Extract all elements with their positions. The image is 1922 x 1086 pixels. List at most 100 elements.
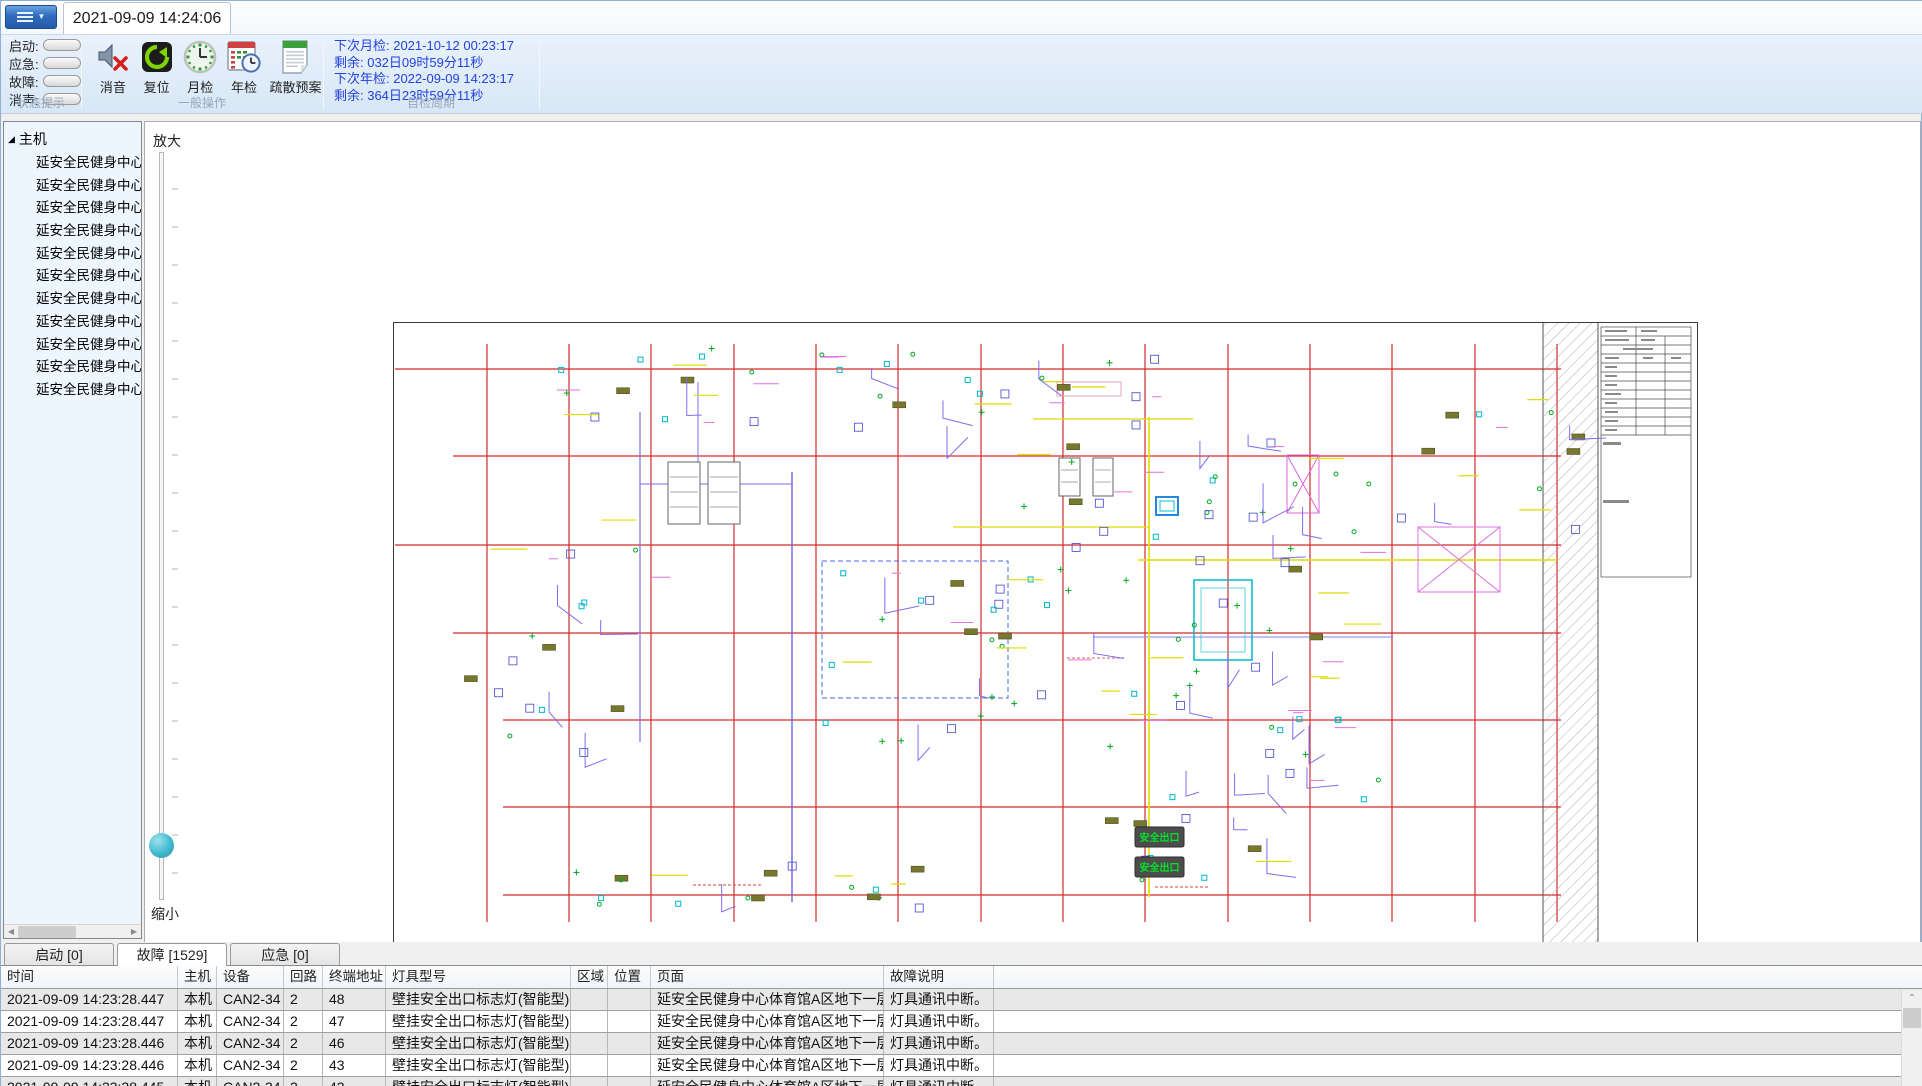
cell-terminal-address: 43 <box>323 1055 386 1076</box>
cell-device: CAN2-34 <box>217 1033 284 1054</box>
column-header-loop[interactable]: 回路 <box>284 966 323 988</box>
cad-hatch-wall <box>1543 323 1598 945</box>
table-vertical-scrollbar[interactable]: ⌃ ⌄ <box>1901 990 1922 1086</box>
sidebar-item-host-child[interactable]: 延安全民健身中心体育馆 <box>4 265 142 288</box>
host-tree-sidebar: ◢ 主机 延安全民健身中心体育馆延安全民健身中心体育馆延安全民健身中心体育馆延安… <box>3 121 142 939</box>
scroll-up-icon[interactable]: ⌃ <box>1902 990 1922 1007</box>
column-header-lamp-model[interactable]: 灯具型号 <box>386 966 571 988</box>
cell-area <box>571 1055 608 1076</box>
cell-lamp-model: 壁挂安全出口标志灯(智能型) <box>386 1011 571 1032</box>
sidebar-scrollbar-thumb[interactable] <box>18 926 76 938</box>
status-label: 启动: <box>9 36 43 55</box>
cell-lamp-model: 壁挂安全出口标志灯(智能型) <box>386 1033 571 1054</box>
sidebar-item-host-child[interactable]: 延安全民健身中心体育馆 <box>4 220 142 243</box>
floor-plan-drawing[interactable]: 安全出口 安全出口 <box>393 322 1698 946</box>
table-row[interactable]: 2021-09-09 14:23:28.447 本机 CAN2-34 2 48 … <box>1 989 1922 1011</box>
table-row[interactable]: 2021-09-09 14:23:28.445 本机 CAN2-34 2 42 … <box>1 1077 1922 1086</box>
status-indicator-pill <box>43 75 81 87</box>
cell-position <box>608 1033 651 1054</box>
status-indicator-pill <box>43 57 81 69</box>
cell-position <box>608 1077 651 1086</box>
status-group-label: 状态提示 <box>1 94 81 111</box>
bottom-tab[interactable]: 应急 [0] <box>230 943 340 965</box>
table-row[interactable]: 2021-09-09 14:23:28.446 本机 CAN2-34 2 43 … <box>1 1055 1922 1077</box>
sidebar-item-host-child[interactable]: 延安全民健身中心体育馆 <box>4 175 142 198</box>
next-monthly-check-text: 下次月检: 2021-10-12 00:23:17 <box>334 38 539 55</box>
column-header-position[interactable]: 位置 <box>608 966 651 988</box>
table-scrollbar-thumb[interactable] <box>1903 1008 1921 1028</box>
column-header-area[interactable]: 区域 <box>571 966 608 988</box>
cell-fault-description: 灯具通讯中断。 <box>884 989 994 1010</box>
cell-filler <box>994 1011 1922 1032</box>
cell-lamp-model: 壁挂安全出口标志灯(智能型) <box>386 1055 571 1076</box>
zoom-in-label: 放大 <box>153 131 181 151</box>
annual-check-button[interactable]: 年检 <box>225 39 263 96</box>
column-header-time[interactable]: 时间 <box>1 966 178 988</box>
cell-fault-description: 灯具通讯中断。 <box>884 1055 994 1076</box>
cell-area <box>571 1077 608 1086</box>
svg-text:安全出口: 安全出口 <box>1140 831 1180 844</box>
cell-loop: 2 <box>284 1077 323 1086</box>
cell-fault-description: 灯具通讯中断。 <box>884 1011 994 1032</box>
time-tab[interactable]: 2021-09-09 14:24:06 <box>63 2 231 34</box>
cell-terminal-address: 46 <box>323 1033 386 1054</box>
sidebar-item-host-child[interactable]: 延安全民健身中心体育馆 <box>4 334 142 357</box>
monthly-check-icon <box>182 39 218 75</box>
monthly-check-button[interactable]: 月检 <box>181 39 219 96</box>
sidebar-item-host-child[interactable]: 延安全民健身中心体育馆 <box>4 152 142 175</box>
column-header-page[interactable]: 页面 <box>651 966 884 988</box>
titlebar-row: ▼ 2021-09-09 14:24:06 <box>1 1 1922 34</box>
actions-group: 消音 复位 <box>82 35 322 113</box>
cell-page: 延安全民健身中心体育馆A区地下一层 <box>651 1011 884 1032</box>
cell-page: 延安全民健身中心体育馆A区地下一层 <box>651 1077 884 1086</box>
cell-page: 延安全民健身中心体育馆A区地下一层 <box>651 1033 884 1054</box>
table-row[interactable]: 2021-09-09 14:23:28.447 本机 CAN2-34 2 47 … <box>1 1011 1922 1033</box>
scroll-left-icon[interactable]: ◀ <box>4 925 18 939</box>
cell-page: 延安全民健身中心体育馆A区地下一层 <box>651 1055 884 1076</box>
annual-check-icon <box>226 39 262 75</box>
cell-time: 2021-09-09 14:23:28.446 <box>1 1033 178 1054</box>
cell-time: 2021-09-09 14:23:28.447 <box>1 989 178 1010</box>
bottom-tab[interactable]: 启动 [0] <box>4 943 114 965</box>
sidebar-item-host-child[interactable]: 延安全民健身中心体育馆 <box>4 356 142 379</box>
sidebar-item-host-child[interactable]: 延安全民健身中心体育馆 <box>4 197 142 220</box>
cell-filler <box>994 1077 1922 1086</box>
cell-time: 2021-09-09 14:23:28.447 <box>1 1011 178 1032</box>
bottom-tab[interactable]: 故障 [1529] <box>117 943 227 966</box>
table-row[interactable]: 2021-09-09 14:23:28.446 本机 CAN2-34 2 46 … <box>1 1033 1922 1055</box>
tree-root-label: 主机 <box>19 129 47 149</box>
column-header-filler <box>994 966 1922 988</box>
column-header-fault-description[interactable]: 故障说明 <box>884 966 994 988</box>
app-window: ▼ 2021-09-09 14:24:06 启动: 应急: 故障: 消声: 状态… <box>0 0 1922 1086</box>
cell-loop: 2 <box>284 1011 323 1032</box>
cell-fault-description: 灯具通讯中断。 <box>884 1077 994 1086</box>
cell-area <box>571 989 608 1010</box>
scroll-right-icon[interactable]: ▶ <box>127 925 141 939</box>
status-group: 启动: 应急: 故障: 消声: 状态提示 <box>1 35 81 113</box>
column-header-device[interactable]: 设备 <box>217 966 284 988</box>
cell-filler <box>994 1033 1922 1054</box>
zoom-slider-thumb[interactable] <box>149 833 174 858</box>
evacuation-plan-button[interactable]: 疏散预案 <box>269 39 322 96</box>
reset-button[interactable]: 复位 <box>138 39 176 96</box>
sidebar-item-host-child[interactable]: 延安全民健身中心体育馆 <box>4 379 142 402</box>
sidebar-item-host-child[interactable]: 延安全民健身中心体育馆 <box>4 311 142 334</box>
cell-position <box>608 989 651 1010</box>
exit-sign: 安全出口 <box>1135 857 1184 877</box>
sidebar-item-host-child[interactable]: 延安全民健身中心体育馆 <box>4 243 142 266</box>
cell-device: CAN2-34 <box>217 1055 284 1076</box>
cell-host: 本机 <box>178 1033 217 1054</box>
sidebar-horizontal-scrollbar[interactable]: ◀ ▶ <box>4 924 141 938</box>
sidebar-item-host-child[interactable]: 延安全民健身中心体育馆 <box>4 288 142 311</box>
column-header-terminal-address[interactable]: 终端地址 <box>323 966 386 988</box>
app-menu-button[interactable]: ▼ <box>5 5 57 29</box>
zoom-slider-track[interactable] <box>159 152 164 900</box>
status-label: 故障: <box>9 72 43 91</box>
tree-root-host[interactable]: ◢ 主机 <box>8 128 47 150</box>
cell-terminal-address: 42 <box>323 1077 386 1086</box>
column-header-host[interactable]: 主机 <box>178 966 217 988</box>
selfcheck-group-label: 自检周期 <box>323 94 539 111</box>
tree-expand-icon[interactable]: ◢ <box>8 134 15 145</box>
mute-button[interactable]: 消音 <box>94 39 132 96</box>
cell-loop: 2 <box>284 1055 323 1076</box>
